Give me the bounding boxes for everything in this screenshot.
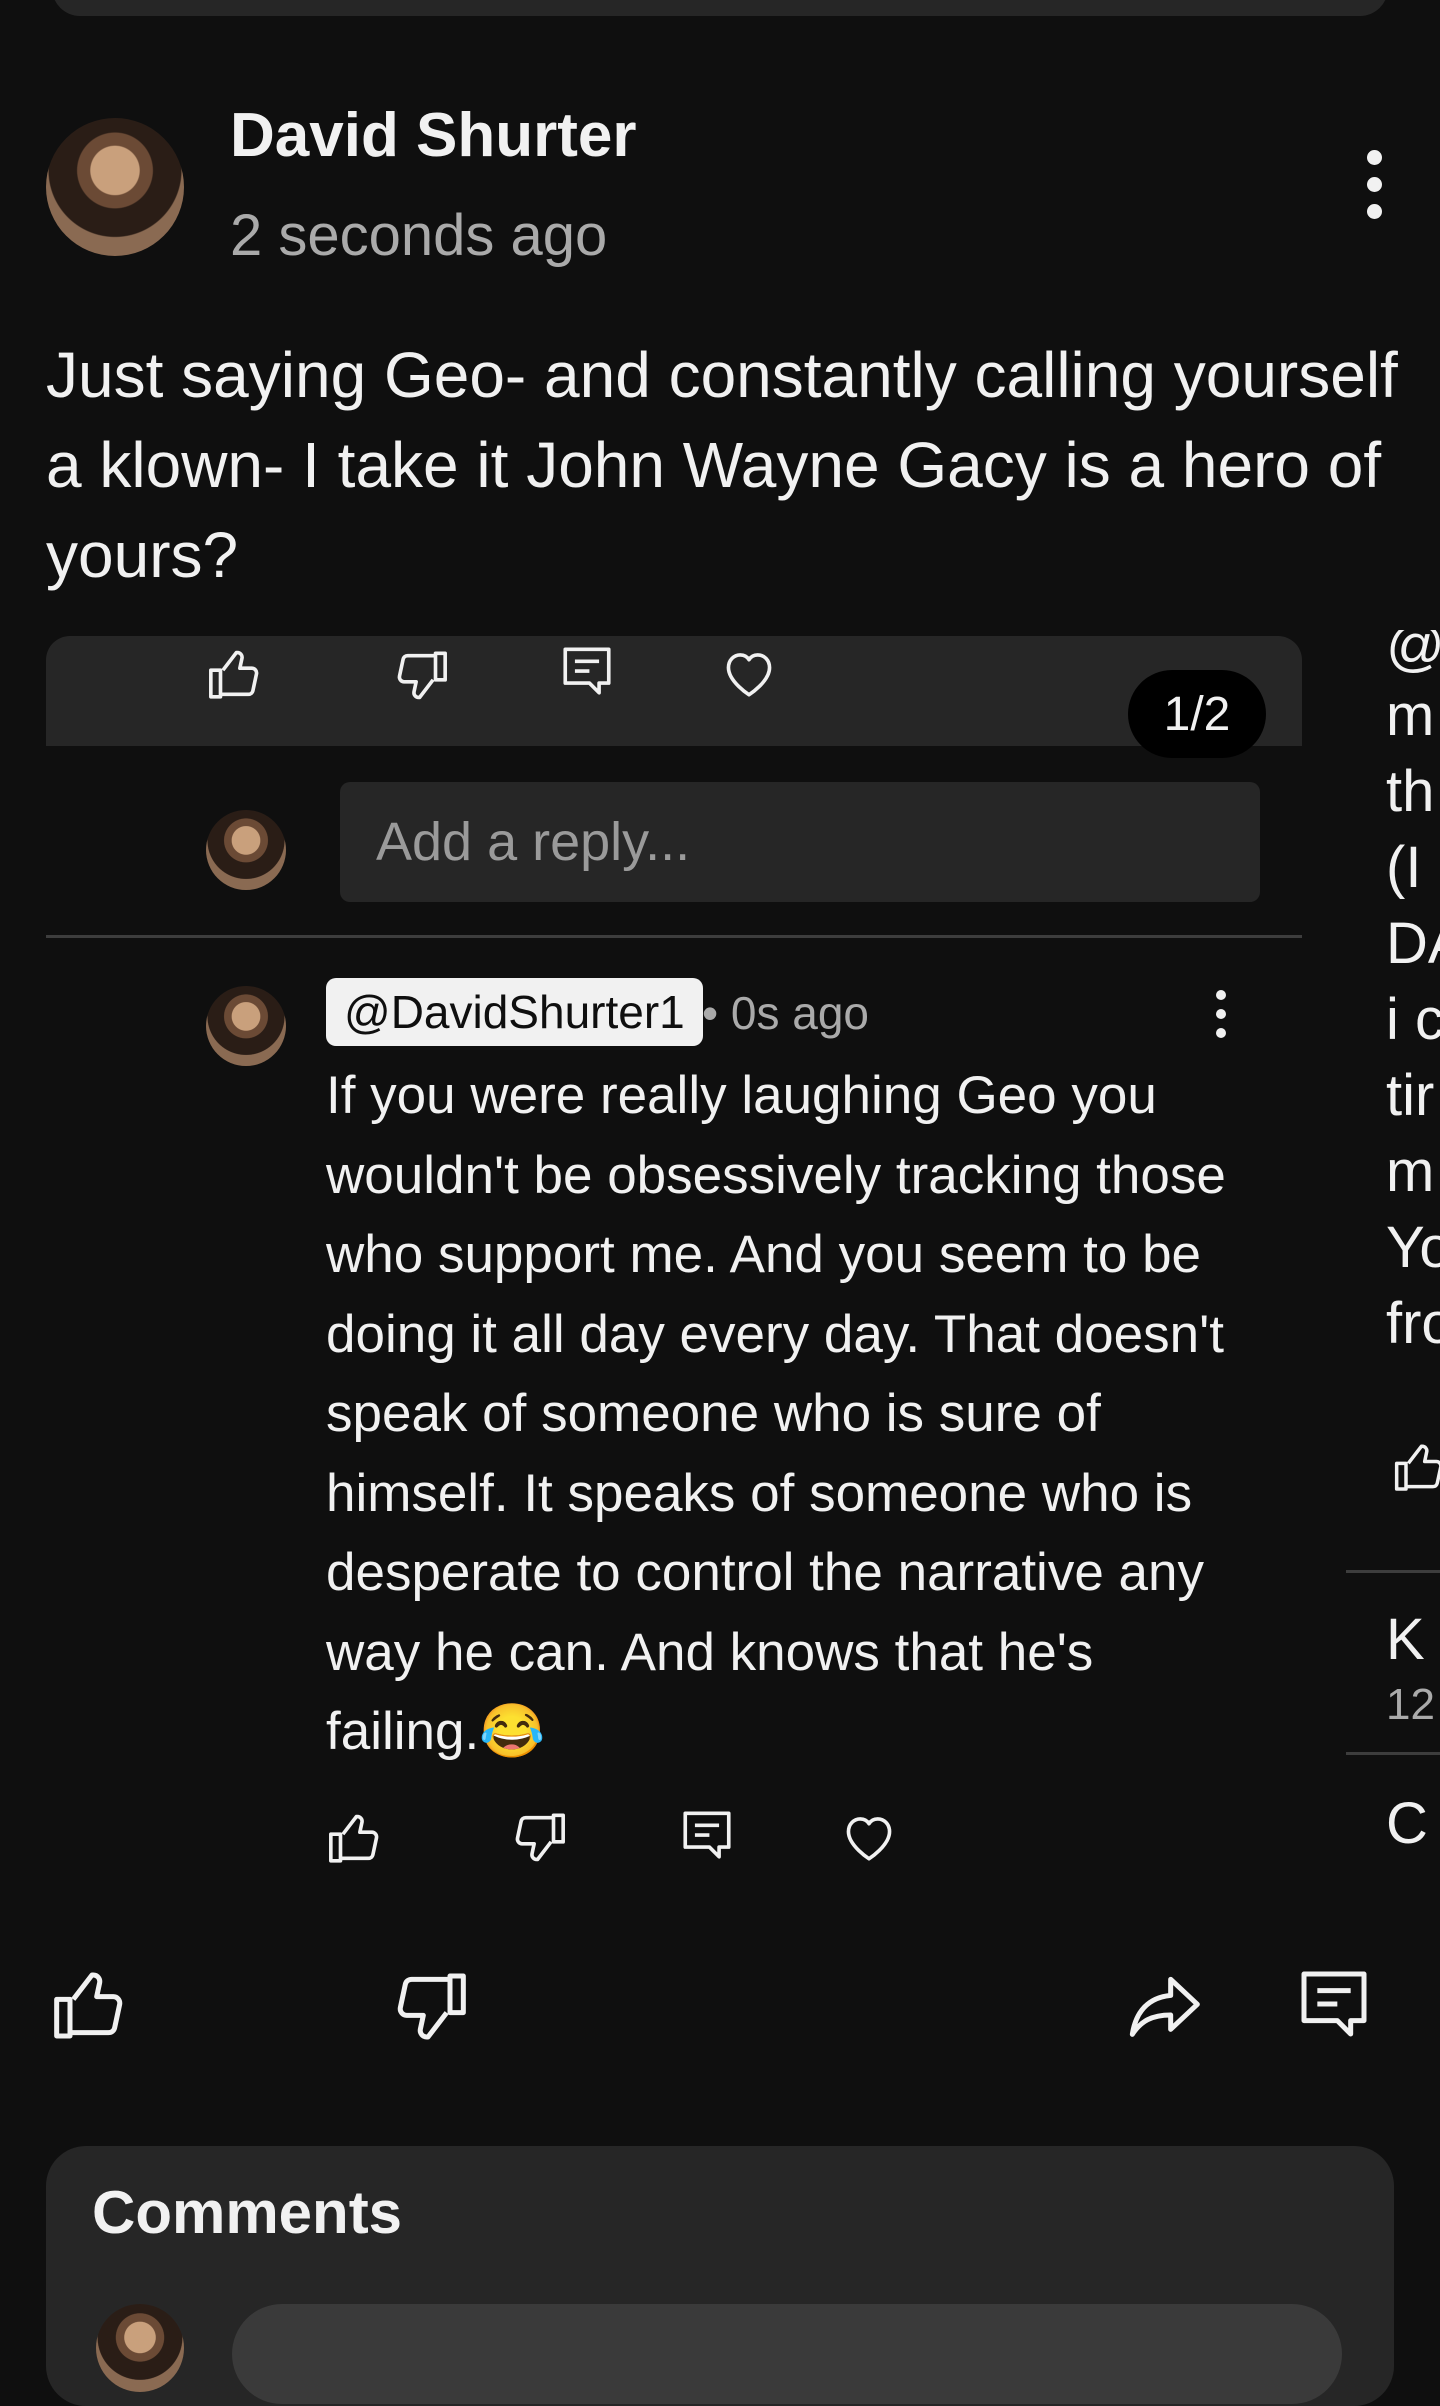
reply-meta: • 0s ago	[702, 987, 869, 1039]
side-fragment: C	[1386, 1791, 1428, 1856]
comment-icon	[1294, 1964, 1374, 2044]
side-fragment: th	[1386, 759, 1435, 824]
side-fragment: K	[1386, 1607, 1425, 1672]
avatar	[96, 2304, 184, 2392]
reply-author-avatar	[206, 986, 286, 1066]
search-bar-edge[interactable]	[52, 0, 1388, 16]
thumb-up-icon	[326, 1810, 384, 1868]
side-fragment: DA	[1386, 911, 1440, 976]
embedded-screenshot: 1/2 Add a reply... @DavidShurter1 • 0s a…	[46, 636, 1302, 1946]
comment-icon	[558, 642, 616, 700]
side-fragment: m	[1386, 683, 1435, 748]
divider	[1346, 1752, 1440, 1755]
reply-avatar	[206, 810, 286, 890]
comments-title: Comments	[92, 2179, 403, 2246]
author-name[interactable]: David Shurter	[230, 100, 637, 171]
more-options-icon[interactable]	[1364, 150, 1384, 219]
heart-icon	[840, 1808, 898, 1866]
comment-button[interactable]	[1294, 1964, 1374, 2044]
reply-body: If you were really laughing Geo you woul…	[326, 1066, 1226, 1761]
thumb-up-icon	[1392, 1440, 1440, 1496]
share-icon	[1124, 1966, 1204, 2046]
thumb-down-icon	[390, 1966, 470, 2046]
pager-badge: 1/2	[1128, 670, 1266, 758]
cropped-side-panel: @ m th (I DA i c tir m Yo fro K 12 C	[1346, 630, 1440, 1900]
side-fragment: (I	[1386, 835, 1422, 900]
side-fragment: m	[1386, 1139, 1435, 1204]
side-fragment: i c	[1386, 987, 1440, 1052]
divider	[1346, 1570, 1440, 1573]
heart-icon	[720, 644, 778, 702]
thumb-up-icon	[50, 1966, 130, 2046]
side-fragment: @	[1386, 630, 1440, 678]
divider	[46, 935, 1302, 938]
like-button[interactable]	[50, 1966, 130, 2046]
comment-icon	[678, 1806, 736, 1864]
reply-handle: @DavidShurter1	[326, 978, 703, 1046]
thumb-down-icon	[392, 646, 450, 704]
author-avatar[interactable]	[46, 118, 184, 256]
side-fragment: Yo	[1386, 1215, 1440, 1280]
side-fragment: 12	[1386, 1680, 1435, 1729]
side-fragment: fro	[1386, 1291, 1440, 1356]
thumb-down-icon	[510, 1808, 568, 1866]
post-timestamp: 2 seconds ago	[230, 203, 608, 268]
dislike-button[interactable]	[390, 1966, 470, 2046]
reply-input: Add a reply...	[340, 782, 1260, 902]
post-body: Just saying Geo- and constantly calling …	[46, 339, 1398, 591]
comments-section[interactable]: Comments	[46, 2146, 1394, 2406]
thumb-up-icon	[206, 646, 264, 704]
more-options-icon	[1214, 990, 1228, 1044]
side-fragment: tir	[1386, 1063, 1435, 1128]
share-button[interactable]	[1124, 1966, 1204, 2046]
comment-input[interactable]	[232, 2304, 1342, 2404]
